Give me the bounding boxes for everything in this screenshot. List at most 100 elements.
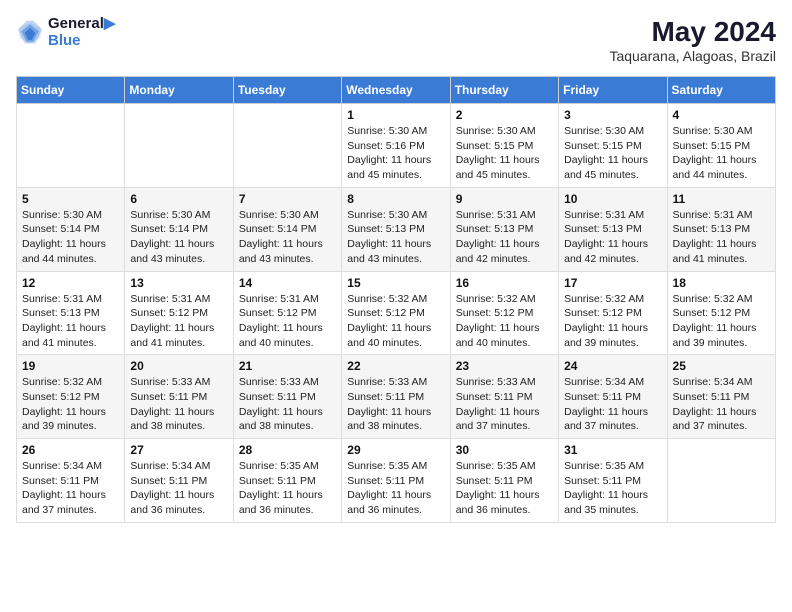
logo-text: General▶ Blue (48, 16, 115, 49)
day-info: Sunrise: 5:31 AMSunset: 5:12 PMDaylight:… (239, 292, 336, 351)
day-info: Sunrise: 5:30 AMSunset: 5:13 PMDaylight:… (347, 208, 444, 267)
logo-icon (16, 19, 44, 47)
calendar-cell: 7 Sunrise: 5:30 AMSunset: 5:14 PMDaylight… (233, 187, 341, 271)
day-info: Sunrise: 5:32 AMSunset: 5:12 PMDaylight:… (347, 292, 444, 351)
day-info: Sunrise: 5:30 AMSunset: 5:15 PMDaylight:… (456, 124, 553, 183)
day-number: 31 (564, 443, 661, 457)
day-info: Sunrise: 5:30 AMSunset: 5:14 PMDaylight:… (22, 208, 119, 267)
calendar-header-row: SundayMondayTuesdayWednesdayThursdayFrid… (17, 77, 776, 104)
calendar-cell: 4Sunrise: 5:30 AMSunset: 5:15 PMDaylight… (667, 104, 775, 188)
calendar-cell: 26Sunrise: 5:34 AMSunset: 5:11 PMDayligh… (17, 439, 125, 523)
month-year: May 2024 (609, 16, 776, 48)
day-number: 23 (456, 359, 553, 373)
calendar-cell: 20Sunrise: 5:33 AMSunset: 5:11 PMDayligh… (125, 355, 233, 439)
day-number: 6 (130, 192, 227, 206)
day-number: 1 (347, 108, 444, 122)
calendar-cell (125, 104, 233, 188)
day-info: Sunrise: 5:30 AMSunset: 5:14 PMDaylight:… (130, 208, 227, 267)
day-number: 13 (130, 276, 227, 290)
calendar-cell: 13 Sunrise: 5:31 AMSunset: 5:12 PMDayligh… (125, 271, 233, 355)
day-info: Sunrise: 5:35 AMSunset: 5:11 PMDaylight:… (564, 459, 661, 518)
calendar-cell: 31 Sunrise: 5:35 AMSunset: 5:11 PMDayligh… (559, 439, 667, 523)
day-number: 11 (673, 192, 770, 206)
calendar-cell: 5 Sunrise: 5:30 AMSunset: 5:14 PMDaylight… (17, 187, 125, 271)
day-number: 10 (564, 192, 661, 206)
day-info: Sunrise: 5:35 AMSunset: 5:11 PMDaylight:… (239, 459, 336, 518)
day-info: Sunrise: 5:32 AMSunset: 5:12 PMDaylight:… (673, 292, 770, 351)
day-info: Sunrise: 5:34 AMSunset: 5:11 PMDaylight:… (564, 375, 661, 434)
calendar-cell: 2 Sunrise: 5:30 AMSunset: 5:15 PMDaylight… (450, 104, 558, 188)
day-info: Sunrise: 5:30 AMSunset: 5:15 PMDaylight:… (673, 124, 770, 183)
day-info: Sunrise: 5:31 AMSunset: 5:12 PMDaylight:… (130, 292, 227, 351)
calendar-cell: 19 Sunrise: 5:32 AMSunset: 5:12 PMDayligh… (17, 355, 125, 439)
calendar-cell: 16Sunrise: 5:32 AMSunset: 5:12 PMDayligh… (450, 271, 558, 355)
day-number: 29 (347, 443, 444, 457)
title-block: May 2024 Taquarana, Alagoas, Brazil (609, 16, 776, 64)
day-number: 12 (22, 276, 119, 290)
calendar-cell: 24 Sunrise: 5:34 AMSunset: 5:11 PMDayligh… (559, 355, 667, 439)
calendar-cell: 27 Sunrise: 5:34 AMSunset: 5:11 PMDayligh… (125, 439, 233, 523)
day-info: Sunrise: 5:31 AMSunset: 5:13 PMDaylight:… (564, 208, 661, 267)
calendar-cell: 18 Sunrise: 5:32 AMSunset: 5:12 PMDayligh… (667, 271, 775, 355)
day-number: 2 (456, 108, 553, 122)
weekday-header-monday: Monday (125, 77, 233, 104)
calendar-cell: 11 Sunrise: 5:31 AMSunset: 5:13 PMDayligh… (667, 187, 775, 271)
location: Taquarana, Alagoas, Brazil (609, 48, 776, 64)
day-number: 9 (456, 192, 553, 206)
day-number: 8 (347, 192, 444, 206)
calendar-cell: 22Sunrise: 5:33 AMSunset: 5:11 PMDayligh… (342, 355, 450, 439)
calendar-cell: 21 Sunrise: 5:33 AMSunset: 5:11 PMDayligh… (233, 355, 341, 439)
calendar-cell: 1Sunrise: 5:30 AMSunset: 5:16 PMDaylight… (342, 104, 450, 188)
weekday-header-saturday: Saturday (667, 77, 775, 104)
calendar-cell: 23 Sunrise: 5:33 AMSunset: 5:11 PMDayligh… (450, 355, 558, 439)
day-number: 26 (22, 443, 119, 457)
calendar-table: SundayMondayTuesdayWednesdayThursdayFrid… (16, 76, 776, 523)
calendar-week-3: 12 Sunrise: 5:31 AMSunset: 5:13 PMDayligh… (17, 271, 776, 355)
day-info: Sunrise: 5:31 AMSunset: 5:13 PMDaylight:… (22, 292, 119, 351)
weekday-header-tuesday: Tuesday (233, 77, 341, 104)
day-info: Sunrise: 5:35 AMSunset: 5:11 PMDaylight:… (456, 459, 553, 518)
calendar-cell: 29 Sunrise: 5:35 AMSunset: 5:11 PMDayligh… (342, 439, 450, 523)
calendar-cell: 10 Sunrise: 5:31 AMSunset: 5:13 PMDayligh… (559, 187, 667, 271)
day-number: 7 (239, 192, 336, 206)
day-info: Sunrise: 5:32 AMSunset: 5:12 PMDaylight:… (564, 292, 661, 351)
calendar-cell: 8 Sunrise: 5:30 AMSunset: 5:13 PMDaylight… (342, 187, 450, 271)
day-number: 19 (22, 359, 119, 373)
calendar-cell (17, 104, 125, 188)
day-info: Sunrise: 5:34 AMSunset: 5:11 PMDaylight:… (130, 459, 227, 518)
day-info: Sunrise: 5:33 AMSunset: 5:11 PMDaylight:… (130, 375, 227, 434)
calendar-cell: 3 Sunrise: 5:30 AMSunset: 5:15 PMDaylight… (559, 104, 667, 188)
calendar-cell: 9Sunrise: 5:31 AMSunset: 5:13 PMDaylight… (450, 187, 558, 271)
day-number: 17 (564, 276, 661, 290)
day-number: 15 (347, 276, 444, 290)
day-info: Sunrise: 5:33 AMSunset: 5:11 PMDaylight:… (239, 375, 336, 434)
calendar-cell: 25Sunrise: 5:34 AMSunset: 5:11 PMDayligh… (667, 355, 775, 439)
day-info: Sunrise: 5:31 AMSunset: 5:13 PMDaylight:… (673, 208, 770, 267)
day-number: 30 (456, 443, 553, 457)
day-info: Sunrise: 5:30 AMSunset: 5:15 PMDaylight:… (564, 124, 661, 183)
day-info: Sunrise: 5:35 AMSunset: 5:11 PMDaylight:… (347, 459, 444, 518)
day-number: 21 (239, 359, 336, 373)
day-number: 22 (347, 359, 444, 373)
day-number: 3 (564, 108, 661, 122)
calendar-week-2: 5 Sunrise: 5:30 AMSunset: 5:14 PMDaylight… (17, 187, 776, 271)
calendar-cell (667, 439, 775, 523)
day-info: Sunrise: 5:30 AMSunset: 5:14 PMDaylight:… (239, 208, 336, 267)
day-number: 24 (564, 359, 661, 373)
calendar-cell: 6 Sunrise: 5:30 AMSunset: 5:14 PMDaylight… (125, 187, 233, 271)
logo: General▶ Blue (16, 16, 115, 49)
weekday-header-friday: Friday (559, 77, 667, 104)
day-info: Sunrise: 5:34 AMSunset: 5:11 PMDaylight:… (673, 375, 770, 434)
weekday-header-sunday: Sunday (17, 77, 125, 104)
weekday-header-thursday: Thursday (450, 77, 558, 104)
calendar-week-5: 26 Sunrise: 5:34 AMSunset: 5:11 PMDayligh… (17, 439, 776, 523)
day-number: 28 (239, 443, 336, 457)
day-info: Sunrise: 5:33 AMSunset: 5:11 PMDaylight:… (456, 375, 553, 434)
calendar-cell: 28 Sunrise: 5:35 AMSunset: 5:11 PMDayligh… (233, 439, 341, 523)
calendar-cell: 12 Sunrise: 5:31 AMSunset: 5:13 PMDayligh… (17, 271, 125, 355)
day-number: 27 (130, 443, 227, 457)
day-number: 18 (673, 276, 770, 290)
day-info: Sunrise: 5:32 AMSunset: 5:12 PMDaylight:… (22, 375, 119, 434)
day-number: 5 (22, 192, 119, 206)
calendar-cell (233, 104, 341, 188)
